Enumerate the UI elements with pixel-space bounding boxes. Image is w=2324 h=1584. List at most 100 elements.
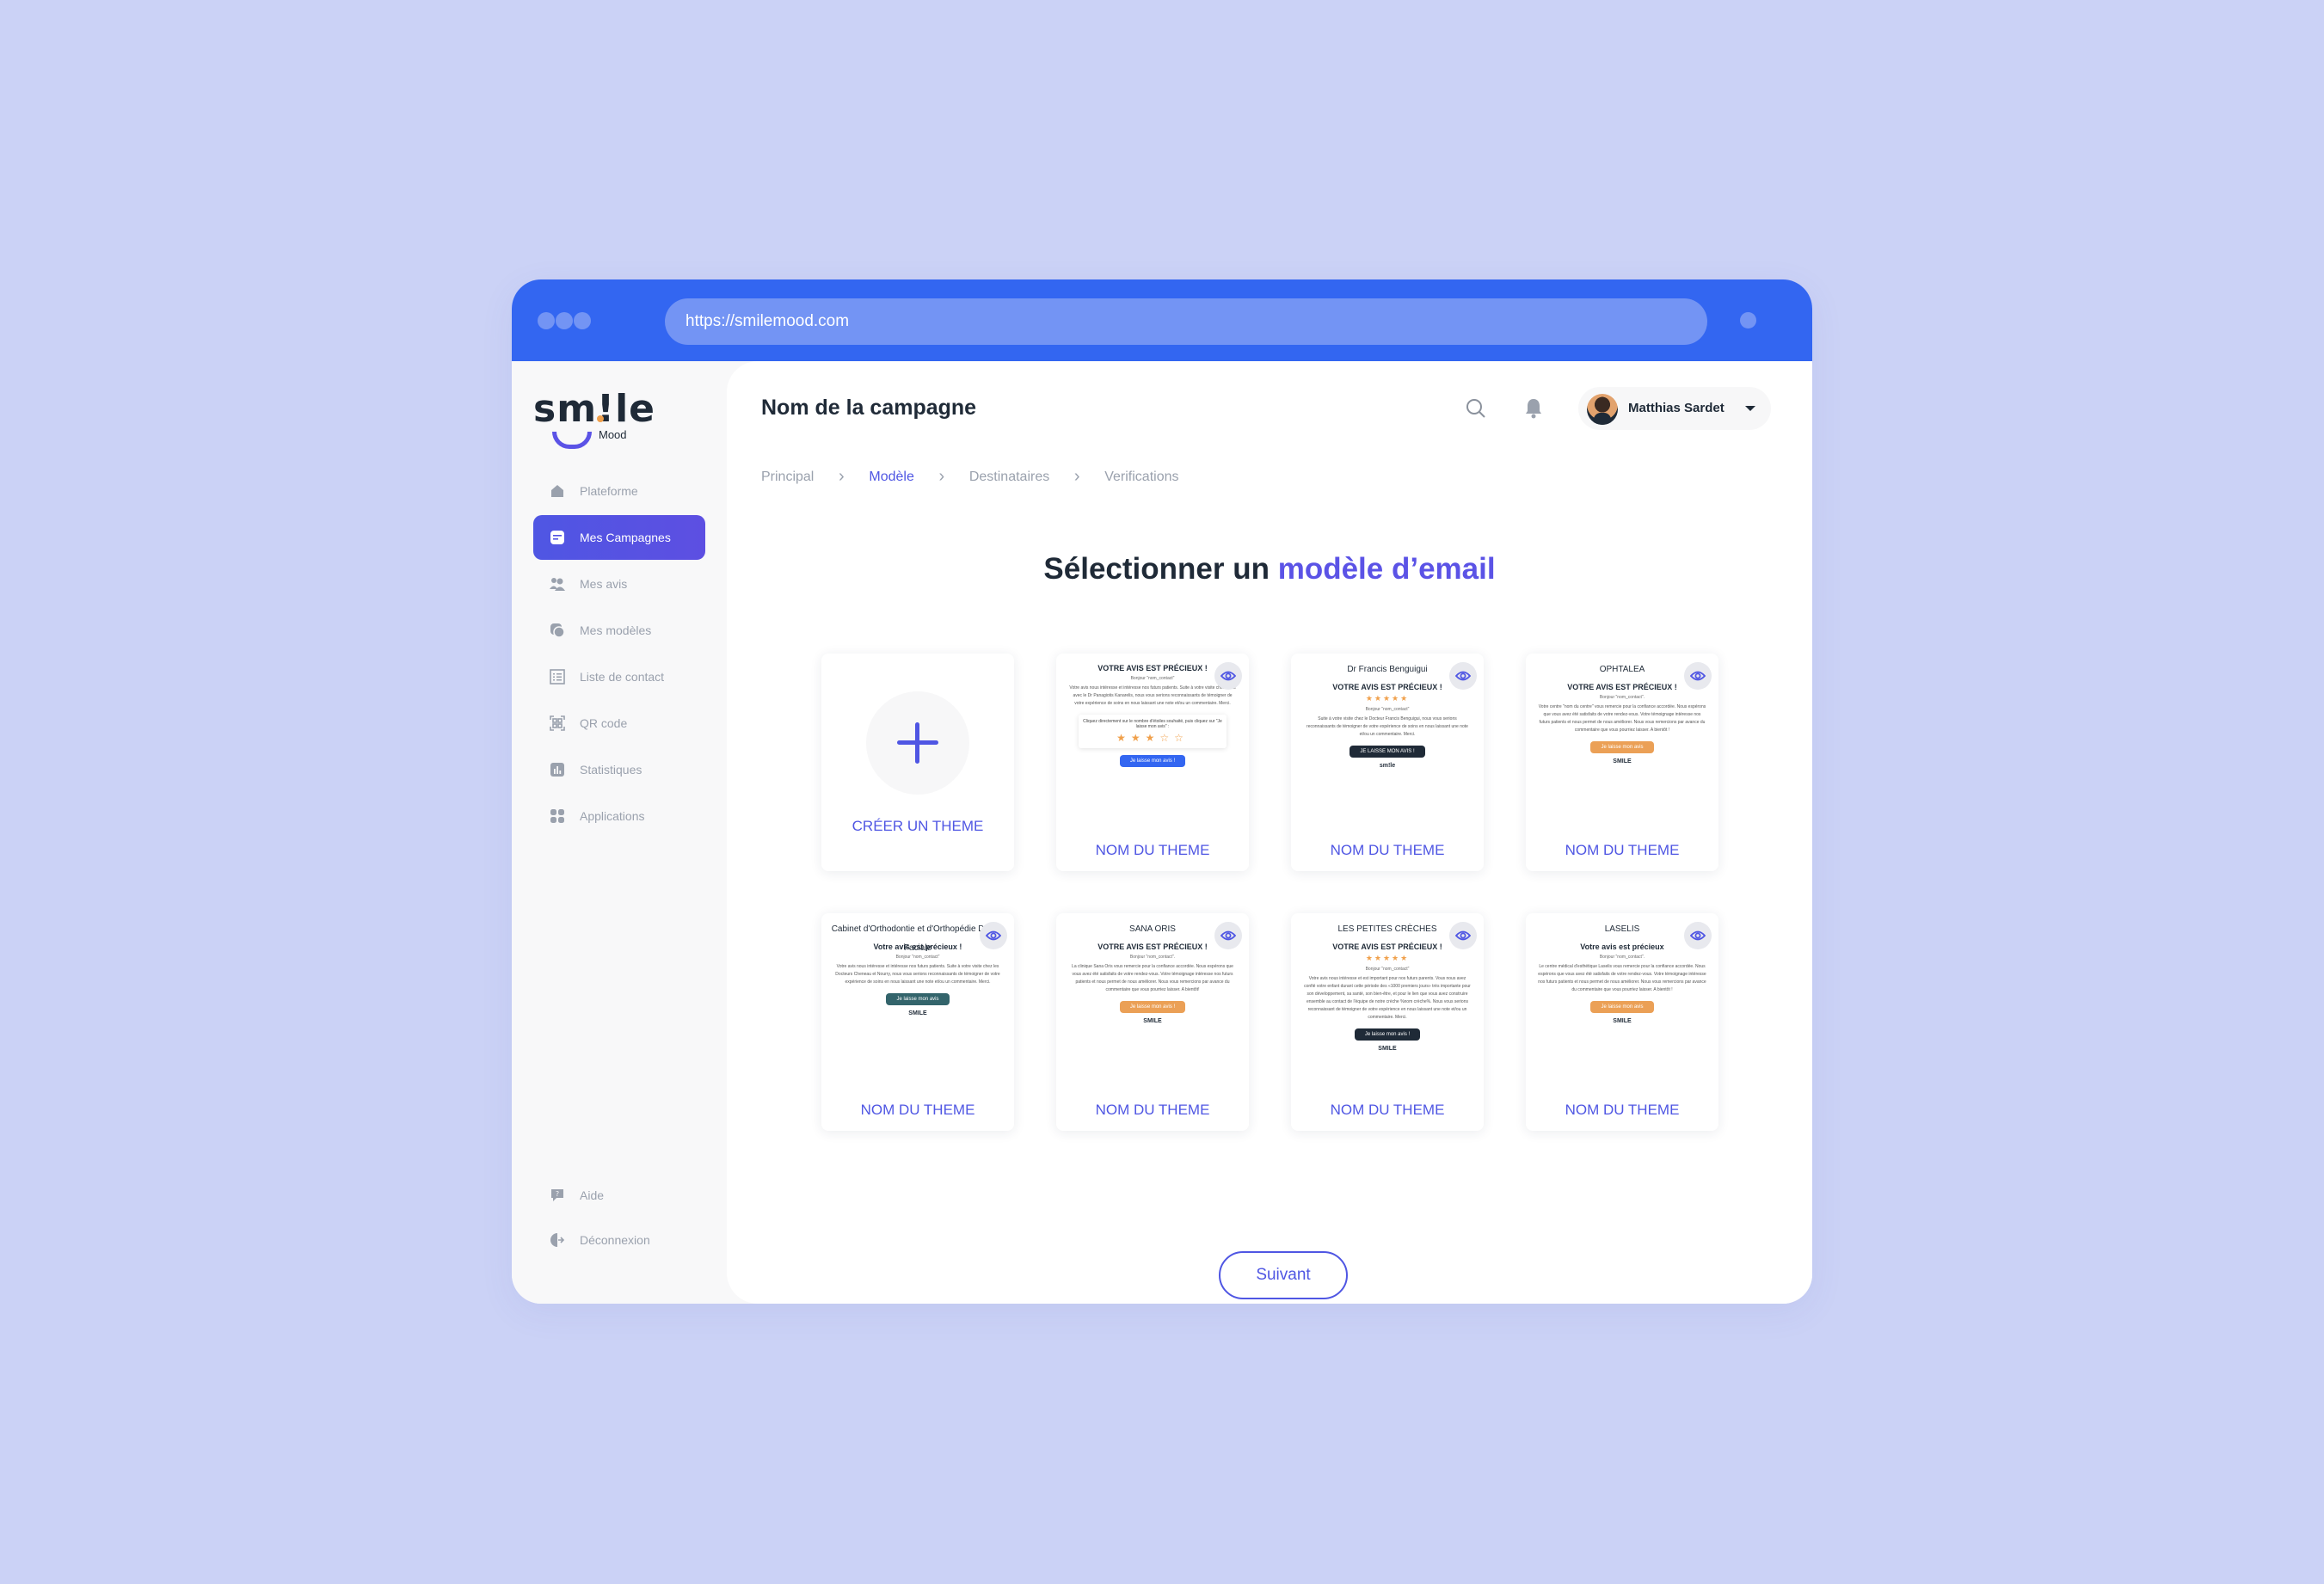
preview-eye-button[interactable] [1449,662,1477,690]
preview-title: VOTRE AVIS EST PRÉCIEUX ! [1097,664,1208,672]
stats-icon [549,761,566,778]
theme-name: NOM DU THEME [860,1102,975,1118]
sidebar-item-label: Statistiques [580,763,642,777]
template-card[interactable]: Cabinet d'Orthodontie et d'Orthopédie De… [821,913,1014,1131]
users-icon [549,575,566,592]
preview-footer-logo: SMILE [1613,758,1632,764]
preview-title: VOTRE AVIS EST PRÉCIEUX ! [1567,683,1677,691]
campaign-icon [549,529,566,546]
list-icon [549,668,566,685]
preview-button: Je laisse mon avis ! [1354,1028,1421,1041]
step-modele[interactable]: Modèle [869,470,913,485]
logo-subtext: Mood [599,428,627,441]
preview-eye-button[interactable] [980,922,1007,949]
preview-rating-prompt: Cliquez directement sur le nombre d'étoi… [1083,719,1222,729]
templates-icon [549,622,566,639]
next-button[interactable]: Suivant [1219,1251,1348,1299]
sidebar-item-qr-code[interactable]: QR code [533,701,705,746]
theme-name: NOM DU THEME [1565,1102,1680,1118]
step-destinataires[interactable]: Destinataires [969,470,1049,485]
browser-window: https://smilemood.com sm!le Mood Platefo… [512,279,1812,1304]
chevron-down-icon [1745,406,1755,411]
heading-prefix: Sélectionner un [1043,552,1270,586]
chevron-right-icon: › [938,467,945,486]
create-circle [866,691,969,795]
sidebar-item-label: QR code [580,716,628,730]
preview-greeting: Bonjour "nom_contact". [1599,695,1645,700]
window-dot [574,312,591,329]
main-panel: Nom de la campagne Matthias Sardet Princ… [727,361,1812,1304]
sidebar-item-label: Applications [580,809,645,823]
template-card[interactable]: LES PETITES CRÈCHES VOTRE AVIS EST PRÉCIE… [1291,913,1484,1131]
preview-rating-box: Cliquez directement sur le nombre d'étoi… [1079,715,1227,748]
preview-greeting: Bonjour "nom_contact". [1129,955,1176,960]
user-menu[interactable]: Matthias Sardet [1578,387,1771,430]
avatar [1587,394,1618,425]
create-theme-card[interactable]: CRÉER UN THEME [821,654,1014,871]
template-card[interactable]: OPHTALEA VOTRE AVIS EST PRÉCIEUX ! Bonjour… [1526,654,1718,871]
chevron-right-icon: › [1073,467,1080,486]
preview-title: VOTRE AVIS EST PRÉCIEUX ! [1332,942,1442,951]
eye-icon [1220,930,1236,941]
preview-body: Suite à votre visite chez le Docteur Fra… [1306,716,1468,737]
sidebar: sm!le Mood Plateforme Mes Campagnes Mes … [512,361,727,1304]
preview-footer-logo: SMILE [1613,1018,1632,1024]
browser-menu-dot[interactable] [1740,312,1756,328]
preview-eye-button[interactable] [1449,922,1477,949]
preview-greeting: Bonjour "nom_contact" [1365,707,1410,712]
window-dot [556,312,573,329]
breadcrumb-steps: Principal › Modèle › Destinataires › Ver… [761,467,1178,487]
sidebar-item-label: Mes Campagnes [580,531,671,544]
preview-title: VOTRE AVIS EST PRÉCIEUX ! [1332,683,1442,691]
preview-rating-stars: ★★★☆☆ [1116,732,1189,744]
preview-eye-button[interactable] [1214,662,1242,690]
preview-button: Je laisse mon avis [1590,1001,1654,1013]
sidebar-item-mes-modeles[interactable]: Mes modèles [533,608,705,653]
preview-body: Le centre médical d'esthétique Laselis v… [1538,964,1706,992]
sidebar-item-plateforme[interactable]: Plateforme [533,469,705,513]
qr-code-icon [549,715,566,732]
preview-footer-logo: sm!le [1379,763,1396,769]
preview-eye-button[interactable] [1684,922,1712,949]
template-card[interactable]: LASELIS Votre avis est précieux Bonjour "n… [1526,913,1718,1131]
create-theme-label: CRÉER UN THEME [852,818,984,834]
sidebar-item-label: Déconnexion [580,1233,650,1247]
eye-icon [1455,930,1471,941]
preview-footer-logo: SMILE [1378,1046,1397,1052]
sidebar-item-applications[interactable]: Applications [533,794,705,838]
sidebar-item-statistiques[interactable]: Statistiques [533,747,705,792]
preview-button: JE LAISSE MON AVIS ! [1350,746,1425,758]
sidebar-item-deconnexion[interactable]: Déconnexion [533,1219,705,1262]
template-card[interactable]: Dr Francis Benguigui VOTRE AVIS EST PRÉCI… [1291,654,1484,871]
sidebar-item-label: Liste de contact [580,670,665,684]
preview-button: Je laisse mon avis [1590,741,1654,753]
preview-greeting: Bonjour "nom_contact". [1599,955,1645,960]
preview-body: Votre avis nous intéresse et est importa… [1304,976,1471,1020]
window-dot [538,312,555,329]
preview-button: Je laisse mon avis [886,993,950,1005]
preview-button: Je laisse mon avis ! [1119,755,1186,767]
search-icon[interactable] [1465,397,1489,421]
sidebar-item-label: Aide [580,1188,605,1202]
eye-icon [1455,671,1471,681]
template-card[interactable]: VOTRE AVIS EST PRÉCIEUX ! Bonjour "nom_co… [1056,654,1249,871]
preview-eye-button[interactable] [1684,662,1712,690]
sidebar-item-mes-avis[interactable]: Mes avis [533,562,705,606]
sidebar-item-aide[interactable]: ? Aide [533,1174,705,1217]
preview-title: Votre avis est précieux [1580,942,1664,951]
eye-icon [1220,671,1236,681]
preview-greeting: Bonjour "nom_contact" [895,955,940,960]
preview-title: VOTRE AVIS EST PRÉCIEUX ! [1097,942,1208,951]
preview-body: La clinique Sana Oris vous remercie pour… [1072,964,1233,992]
sidebar-item-mes-campagnes[interactable]: Mes Campagnes [533,515,705,560]
eye-icon [1690,671,1706,681]
step-principal[interactable]: Principal [761,470,814,485]
url-bar[interactable]: https://smilemood.com [665,298,1707,345]
step-verifications[interactable]: Verifications [1104,470,1178,485]
bell-icon[interactable] [1524,397,1546,421]
preview-eye-button[interactable] [1214,922,1242,949]
preview-greeting: Bonjour "nom_contact" [1365,967,1410,972]
template-card[interactable]: SANA ORIS VOTRE AVIS EST PRÉCIEUX ! Bonjou… [1056,913,1249,1131]
sidebar-item-liste-de-contact[interactable]: Liste de contact [533,654,705,699]
logo[interactable]: sm!le Mood [533,387,655,449]
